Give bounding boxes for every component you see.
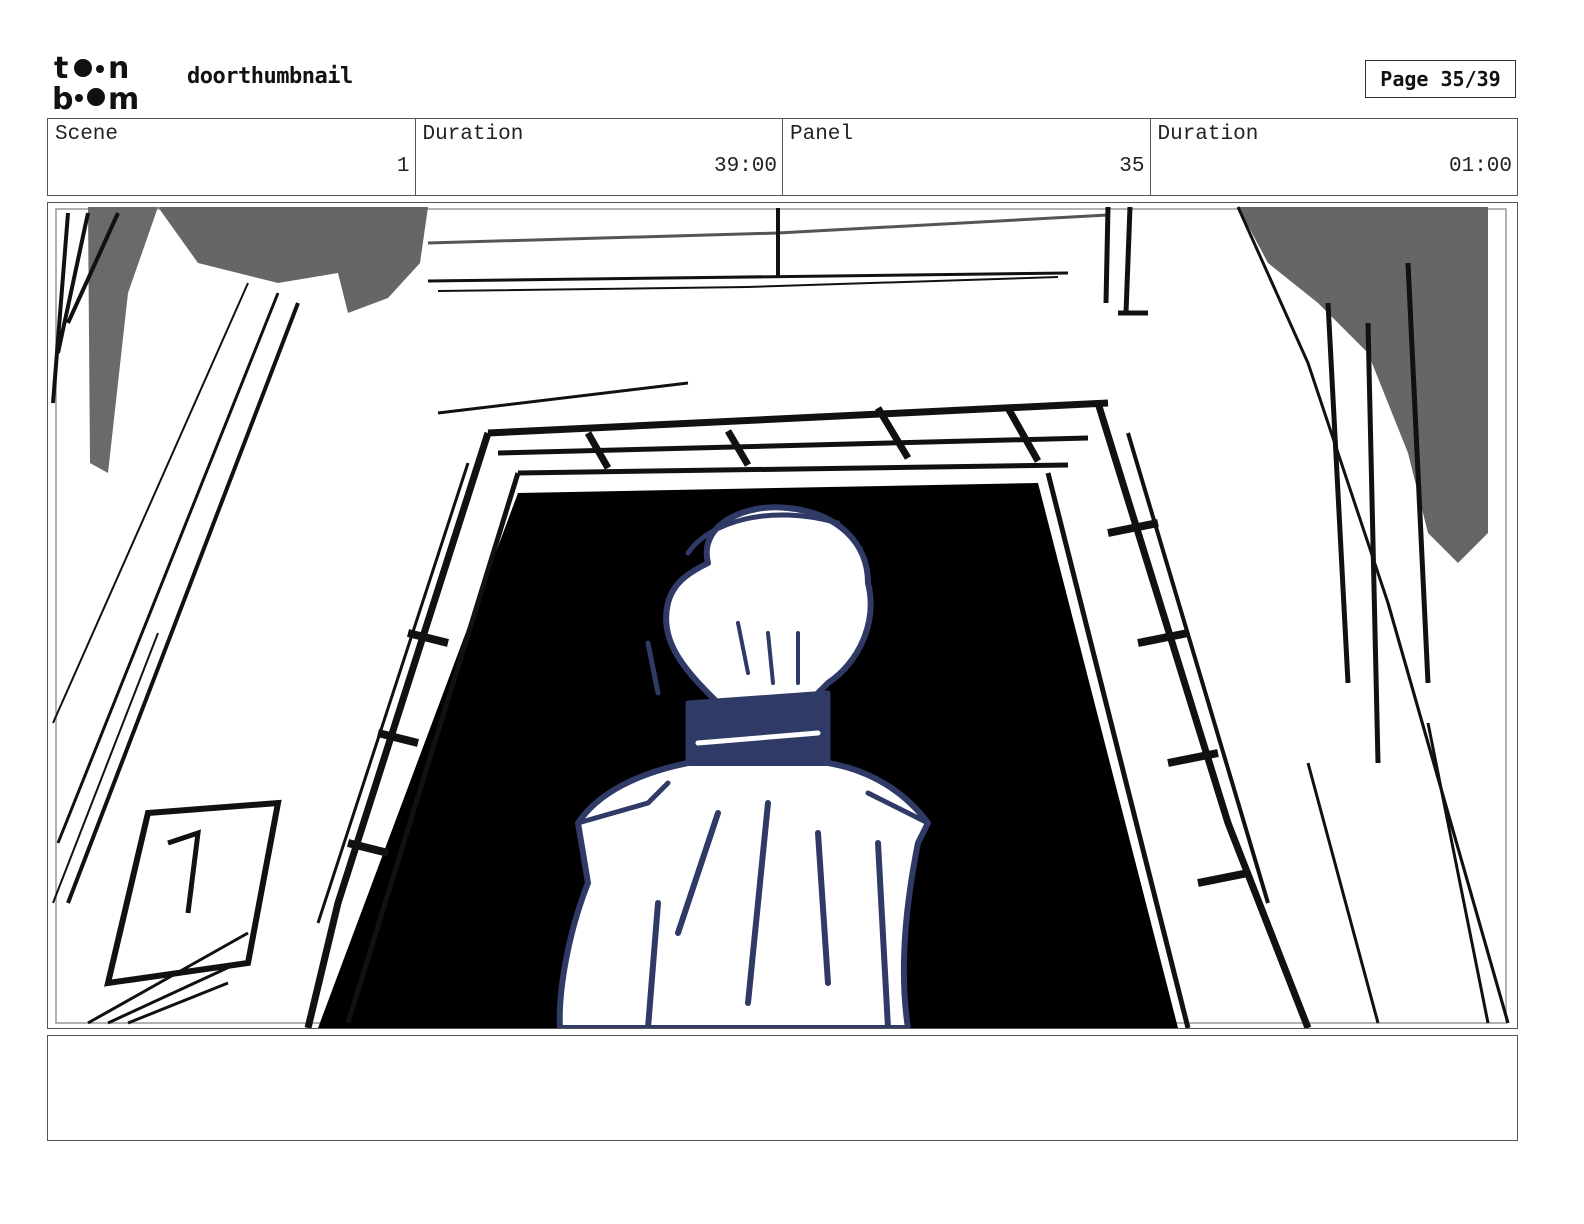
scene-value: 1 — [396, 155, 410, 178]
svg-text:n: n — [108, 52, 129, 86]
panel-duration-value: 01:00 — [1448, 155, 1512, 178]
page-indicator: Page 35/39 — [1365, 60, 1516, 98]
project-title: doorthumbnail — [187, 64, 353, 89]
panel-cell: Panel 35 — [783, 119, 1151, 195]
scene-duration-label: Duration — [422, 123, 524, 146]
panel-duration-label: Duration — [1157, 123, 1259, 146]
storyboard-sketch — [51, 206, 1510, 1028]
page-label: Page 35/39 — [1380, 67, 1501, 91]
panel-value: 35 — [1119, 155, 1145, 178]
panel-info-table: Scene 1 Duration 39:00 Panel 35 Duration… — [47, 118, 1518, 196]
panel-notes-box — [47, 1035, 1518, 1141]
scene-label: Scene — [55, 123, 119, 146]
toon-boom-logo-mark: t n b m — [52, 51, 139, 117]
svg-text:b: b — [52, 82, 73, 112]
panel-duration-cell: Duration 01:00 — [1151, 119, 1518, 195]
svg-text:m: m — [108, 82, 139, 112]
storyboard-panel — [47, 202, 1518, 1029]
scene-cell: Scene 1 — [48, 119, 416, 195]
toon-boom-logo: t n b m — [52, 51, 164, 117]
panel-label: Panel — [790, 123, 854, 146]
scene-duration-cell: Duration 39:00 — [416, 119, 783, 195]
svg-text:t: t — [54, 52, 68, 86]
scene-duration-value: 39:00 — [713, 155, 777, 178]
